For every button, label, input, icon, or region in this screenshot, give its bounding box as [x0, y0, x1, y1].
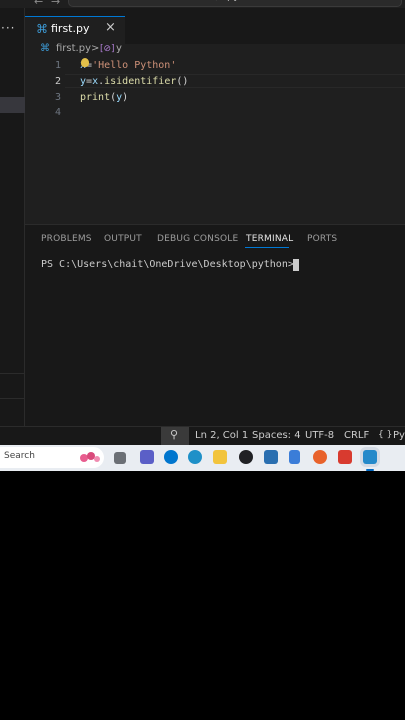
- code-line-1: x='Hello Python': [80, 60, 176, 71]
- code-line-2: y=x.isidentifier(): [80, 76, 188, 87]
- command-center[interactable]: ⚲ python: [68, 0, 402, 7]
- tab-debug-console[interactable]: DEBUG CONSOLE: [157, 234, 238, 244]
- explorer-selected-item[interactable]: [0, 97, 25, 113]
- more-actions-icon[interactable]: ···: [1, 21, 15, 35]
- firefox-icon[interactable]: [313, 450, 327, 464]
- close-icon[interactable]: ×: [105, 20, 116, 35]
- token: (): [176, 76, 189, 87]
- code-line-3: print(y): [80, 92, 128, 103]
- office-icon[interactable]: [338, 450, 352, 464]
- status-bar: ⚲ Ln 2, Col 1 Spaces: 4 UTF-8 CRLF { } P…: [0, 426, 405, 445]
- tab-problems[interactable]: PROBLEMS: [41, 234, 92, 244]
- forward-arrow-icon[interactable]: →: [51, 0, 60, 8]
- breadcrumb-file[interactable]: first.py: [56, 43, 91, 54]
- editor-tab-bar: ⌘ first.py ×: [25, 8, 405, 44]
- tab-label: first.py: [51, 22, 90, 35]
- tab-terminal[interactable]: TERMINAL: [246, 234, 293, 244]
- encoding[interactable]: UTF-8: [305, 430, 334, 441]
- line-number: 1: [54, 60, 61, 71]
- active-tab-indicator: [245, 247, 289, 248]
- bottom-panel: PROBLEMS OUTPUT DEBUG CONSOLE TERMINAL P…: [25, 224, 405, 426]
- token: ): [122, 92, 129, 103]
- breadcrumb-symbol[interactable]: y: [116, 43, 122, 54]
- token: print: [80, 92, 111, 103]
- taskbar-search[interactable]: Search: [0, 447, 104, 468]
- lightbulb-icon[interactable]: [81, 58, 89, 67]
- tab-first-py[interactable]: ⌘ first.py ×: [25, 16, 125, 44]
- terminal-cursor: [293, 259, 299, 271]
- vscode-window: ← → ⚲ python ··· ⌘ first.py × ⌘ first.py…: [0, 0, 405, 445]
- token: 'Hello Python': [92, 60, 177, 71]
- title-bar: ← → ⚲ python: [0, 0, 405, 8]
- terminal-prompt[interactable]: PS C:\Users\chait\OneDrive\Desktop\pytho…: [41, 259, 294, 270]
- back-arrow-icon[interactable]: ←: [34, 0, 43, 8]
- breadcrumb-separator: >: [91, 43, 100, 54]
- search-label: Search: [4, 451, 35, 461]
- sidebar-divider: [0, 373, 25, 374]
- active-app-indicator: [366, 469, 374, 471]
- line-ending[interactable]: CRLF: [344, 430, 369, 441]
- edge-icon[interactable]: [188, 450, 202, 464]
- line-number: 4: [54, 107, 61, 118]
- line-number: 2: [54, 76, 61, 87]
- command-center-text: python: [227, 0, 262, 2]
- tab-ports[interactable]: PORTS: [307, 234, 337, 244]
- teams-icon[interactable]: [140, 450, 154, 464]
- language-mode[interactable]: Pyt: [393, 430, 405, 441]
- windows-taskbar: Search: [0, 445, 405, 471]
- explorer-sidebar: ···: [0, 8, 25, 426]
- python-file-icon: ⌘: [36, 22, 48, 36]
- vscode-icon[interactable]: [363, 450, 377, 464]
- python-file-icon: ⌘: [40, 43, 50, 54]
- sidebar-divider: [0, 398, 25, 399]
- indentation[interactable]: Spaces: 4: [252, 430, 301, 441]
- zoom-icon: ⚲: [170, 428, 179, 441]
- file-explorer-small-icon[interactable]: [114, 452, 126, 464]
- app-store-icon[interactable]: [264, 450, 278, 464]
- search-icon: ⚲: [213, 0, 220, 2]
- search-highlight-icon: [80, 452, 100, 462]
- dell-icon[interactable]: [164, 450, 178, 464]
- tab-output[interactable]: OUTPUT: [104, 234, 142, 244]
- chrome-icon[interactable]: [239, 450, 253, 464]
- cursor-position[interactable]: Ln 2, Col 1: [195, 430, 248, 441]
- token: isidentifier: [104, 76, 177, 87]
- code-editor[interactable]: 1 2 3 4 x='Hello Python' y=x.isidentifie…: [25, 58, 405, 224]
- notepad-icon[interactable]: [289, 450, 300, 464]
- file-explorer-icon[interactable]: [213, 450, 227, 464]
- line-number: 3: [54, 92, 61, 103]
- variable-symbol-icon: [⊘]: [100, 44, 115, 54]
- braces-icon: { }: [378, 430, 393, 440]
